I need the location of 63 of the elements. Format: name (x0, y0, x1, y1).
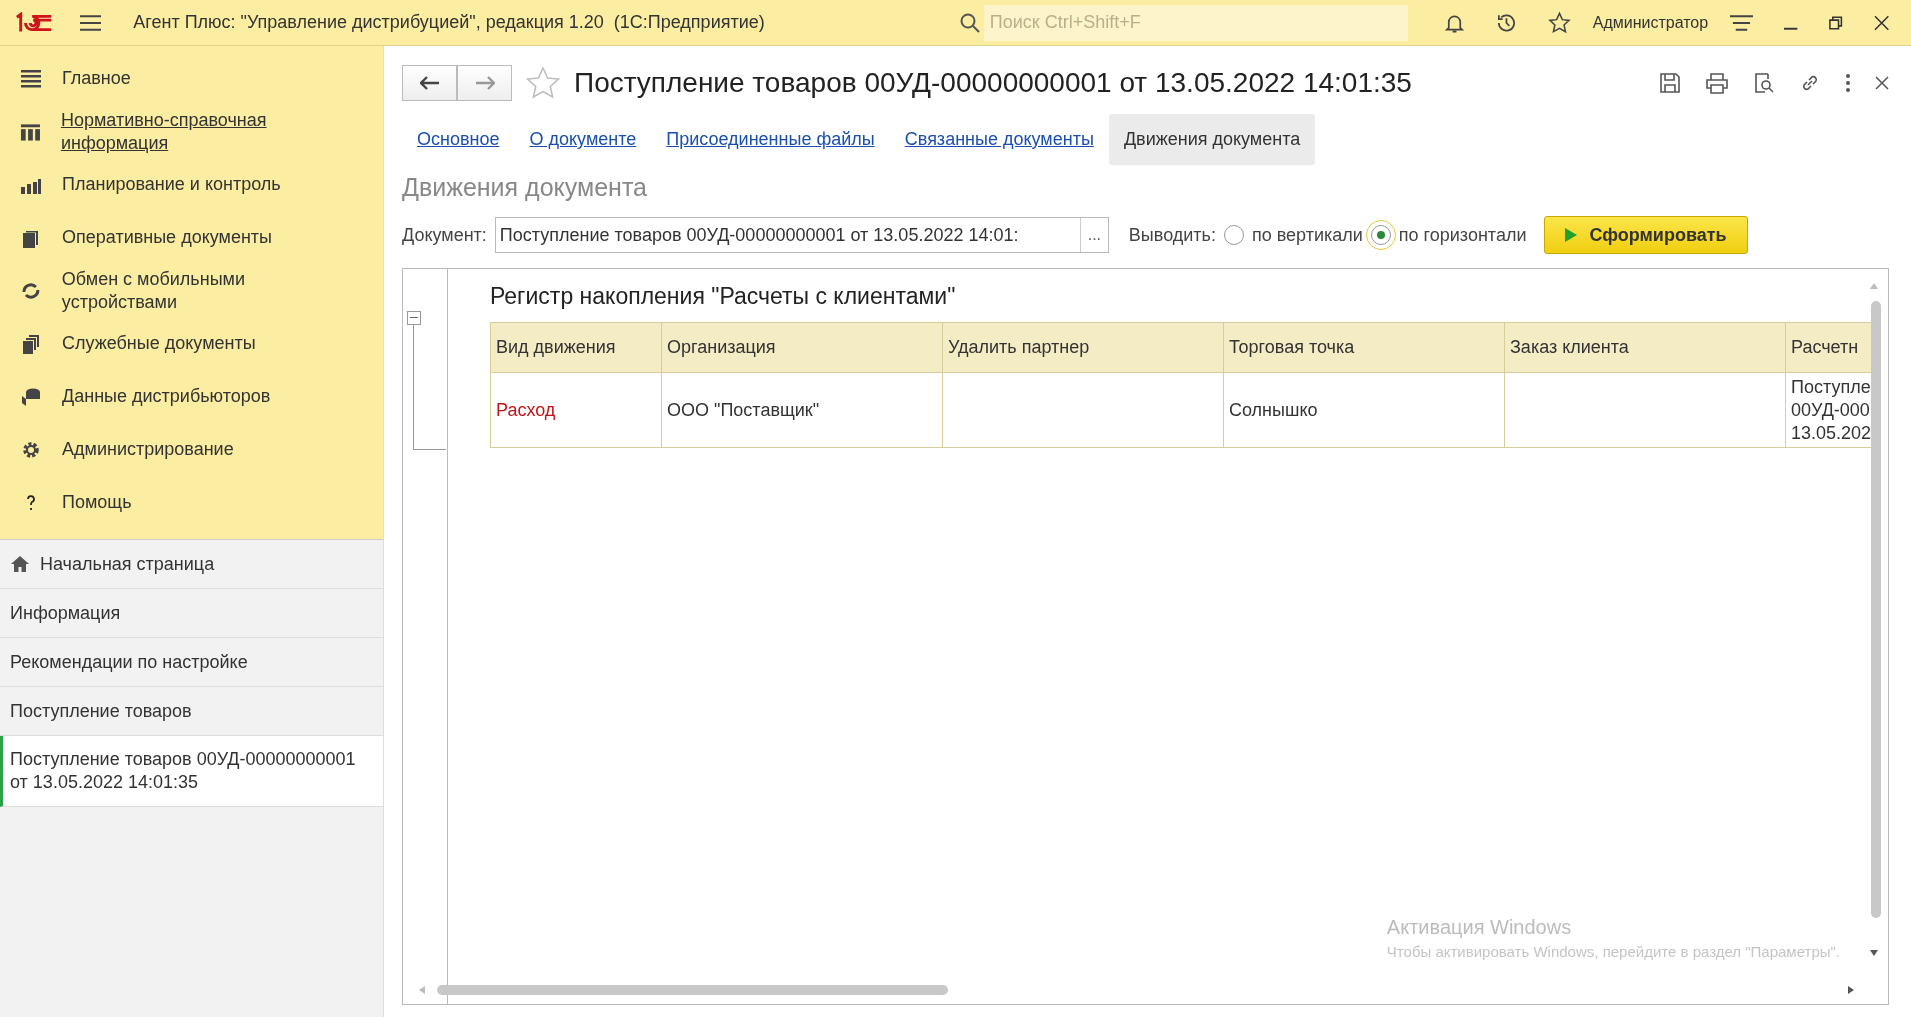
column-header: Вид движения (490, 322, 662, 373)
open-window-tab[interactable]: Начальная страница (0, 540, 383, 589)
home-icon (10, 555, 30, 573)
table-cell: ООО "Поставщик" (661, 372, 943, 448)
column-header: Торговая точка (1223, 322, 1505, 373)
list-icon (20, 67, 42, 90)
output-label: Выводить: (1128, 224, 1216, 246)
section-link[interactable]: Планирование и контроль (62, 173, 281, 196)
section-heading: Движения документа (402, 173, 648, 202)
activation-text: Чтобы активировать Windows, перейдите в раздел "Параметры". (1386, 943, 1840, 960)
column-header: Заказ клиента (1504, 322, 1786, 373)
open-window-tab[interactable]: Рекомендации по настройке (0, 638, 383, 687)
print-icon[interactable] (1705, 72, 1729, 94)
tab[interactable]: О документе (514, 114, 652, 165)
radio-label[interactable]: по горизонтали (1398, 224, 1527, 246)
radio-button[interactable] (1223, 225, 1244, 245)
arrow-right-icon (474, 76, 495, 90)
logo-icon (14, 11, 53, 34)
tab[interactable]: Связанные документы (889, 114, 1109, 165)
tab[interactable]: Движения документа (1108, 114, 1316, 165)
open-window-tab[interactable]: Информация (0, 589, 383, 638)
generate-button[interactable]: Сформировать (1544, 216, 1748, 254)
radio-button[interactable] (1370, 225, 1391, 245)
section-link[interactable]: Обмен с мобильными устройствами (61, 267, 363, 314)
section-link[interactable]: Администрирование (62, 438, 234, 461)
stacked-documents-icon (20, 332, 42, 355)
section-link[interactable]: Оперативные документы (62, 226, 273, 249)
menu-icon[interactable] (80, 14, 102, 31)
play-icon (1565, 228, 1578, 242)
user-name[interactable]: Администратор (1592, 13, 1709, 32)
close-icon[interactable] (1873, 14, 1889, 31)
section-link[interactable]: Помощь (62, 491, 132, 514)
back-button[interactable] (402, 65, 457, 101)
section-link[interactable]: Нормативно-справочная информация (60, 108, 363, 155)
search-field[interactable]: Поиск Ctrl+Shift+F (983, 4, 1408, 41)
section-link[interactable]: Главное (62, 67, 131, 90)
restore-icon[interactable] (1828, 14, 1844, 31)
document-title: Поступление товаров 00УД-00000000001 от 13.05.2022 14:01:35 (574, 67, 1413, 99)
column-header: Организация (661, 322, 943, 373)
arrow-left-icon (419, 76, 440, 90)
activation-title: Активация Windows (1386, 916, 1573, 939)
tab[interactable]: Основное (402, 114, 515, 165)
more-icon[interactable] (1845, 73, 1851, 93)
section-link[interactable]: Служебные документы (62, 332, 256, 355)
open-window-tab[interactable]: Поступление товаров 00УД-00000000001 от 13.05.2022 14:01:35 (0, 736, 383, 807)
star-icon[interactable] (1547, 10, 1571, 35)
save-icon[interactable] (1659, 72, 1681, 94)
document-field[interactable]: Поступление товаров 00УД-00000000001 от 13.05.2022 14:01: ... (494, 217, 1109, 253)
radio-label[interactable]: по вертикали (1251, 224, 1363, 246)
column-header: Удалить партнер (942, 322, 1224, 373)
section-link[interactable]: Данные дистрибьюторов (62, 385, 271, 408)
settings-lines-icon[interactable] (1730, 13, 1754, 32)
document-label: Документ: (402, 224, 487, 246)
app-title: Агент Плюс: "Управление дистрибуцией", редакция 1.20 (1С:Предприятие) (133, 12, 766, 33)
register-title: Регистр накопления "Расчеты с клиентами" (490, 283, 957, 310)
tab[interactable]: Присоединенные файлы (651, 114, 890, 165)
preview-icon[interactable] (1753, 72, 1775, 94)
close-icon[interactable] (1875, 76, 1889, 90)
table-cell: Солнышко (1223, 372, 1505, 448)
table-cell: Расход (490, 372, 662, 448)
star-icon[interactable] (526, 67, 560, 99)
search-icon (959, 12, 980, 33)
collapse-button[interactable] (407, 311, 421, 325)
